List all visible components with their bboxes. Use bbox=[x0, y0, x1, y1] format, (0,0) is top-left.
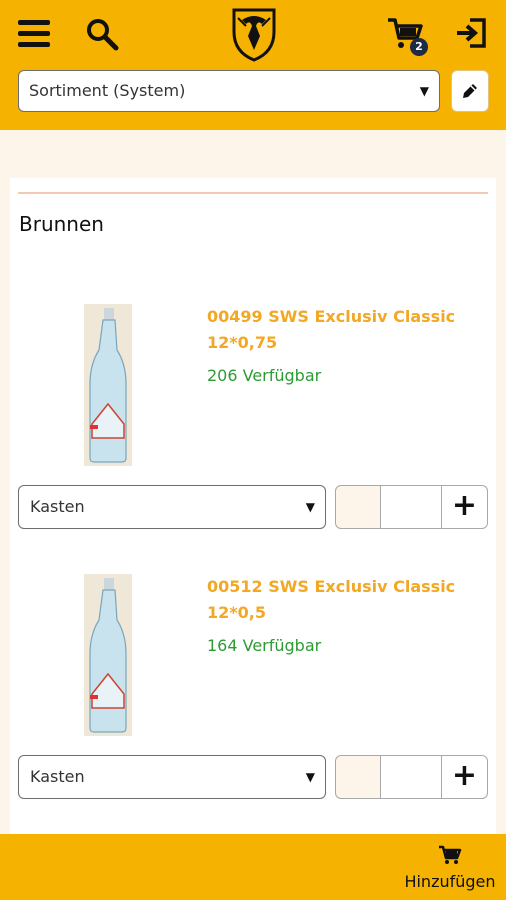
add-to-cart-label: Hinzufügen bbox=[404, 872, 496, 891]
footer-bar: Hinzufügen bbox=[0, 834, 506, 900]
product-image[interactable] bbox=[84, 304, 132, 466]
chevron-down-icon: ▼ bbox=[419, 84, 429, 98]
product-image[interactable] bbox=[84, 574, 132, 736]
unit-select[interactable]: Kasten ▼ bbox=[18, 485, 326, 529]
quantity-input[interactable] bbox=[380, 755, 442, 799]
product-availability: 206 Verfügbar bbox=[207, 366, 322, 385]
logout-icon[interactable] bbox=[454, 16, 488, 50]
cart-count-badge: 2 bbox=[410, 38, 428, 56]
chevron-down-icon: ▼ bbox=[305, 770, 315, 784]
product-name[interactable]: 00499 SWS Exclusiv Classic 12*0,75 bbox=[207, 304, 477, 356]
product-list-card: Brunnen 00499 SWS Exclusiv Classic 12*0,… bbox=[10, 178, 496, 838]
section-title: Brunnen bbox=[19, 212, 104, 236]
cart-icon bbox=[439, 845, 462, 864]
hamburger-icon[interactable] bbox=[18, 20, 50, 48]
app-header: 2 Sortiment (System) ▼ bbox=[0, 0, 506, 130]
unit-select-value: Kasten bbox=[30, 497, 85, 516]
quantity-increase-button[interactable]: + bbox=[441, 485, 488, 529]
unit-select[interactable]: Kasten ▼ bbox=[18, 755, 326, 799]
unit-select-value: Kasten bbox=[30, 767, 85, 786]
assortment-select[interactable]: Sortiment (System) ▼ bbox=[18, 70, 440, 112]
quantity-decrease-area[interactable] bbox=[335, 755, 381, 799]
divider bbox=[18, 192, 488, 194]
quantity-decrease-area[interactable] bbox=[335, 485, 381, 529]
chevron-down-icon: ▼ bbox=[305, 500, 315, 514]
add-to-cart-button[interactable]: Hinzufügen bbox=[400, 844, 500, 894]
cart-icon[interactable]: 2 bbox=[386, 16, 430, 56]
assortment-select-value: Sortiment (System) bbox=[29, 81, 186, 100]
edit-assortment-button[interactable] bbox=[451, 70, 489, 112]
product-name[interactable]: 00512 SWS Exclusiv Classic 12*0,5 bbox=[207, 574, 477, 626]
quantity-increase-button[interactable]: + bbox=[441, 755, 488, 799]
pencil-icon bbox=[463, 84, 477, 98]
search-icon[interactable] bbox=[84, 16, 120, 52]
product-availability: 164 Verfügbar bbox=[207, 636, 322, 655]
eagle-shield-logo[interactable] bbox=[230, 6, 278, 62]
quantity-input[interactable] bbox=[380, 485, 442, 529]
